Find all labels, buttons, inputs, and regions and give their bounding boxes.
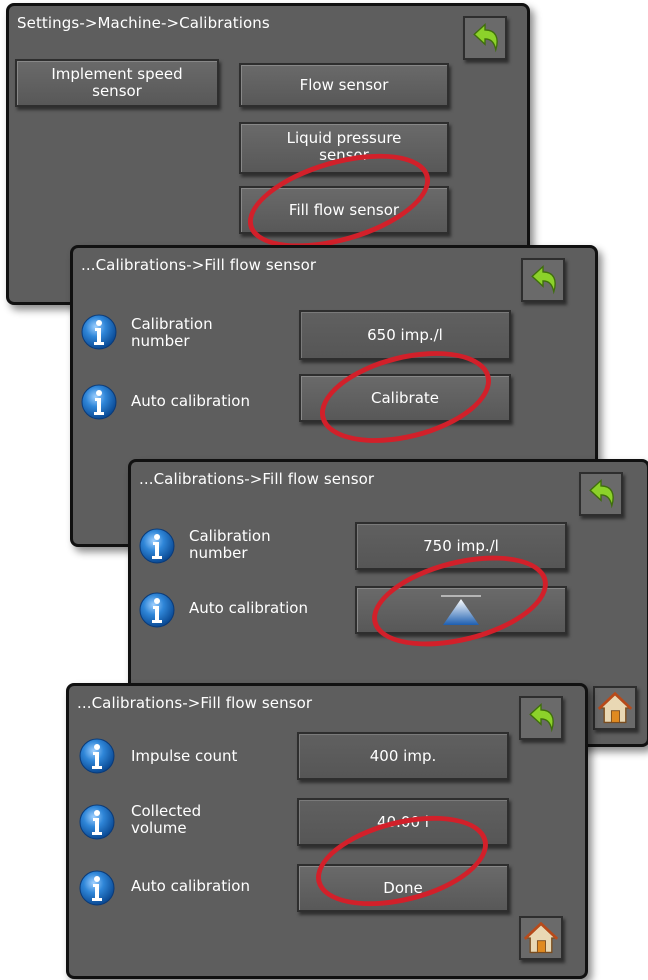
info-icon[interactable] — [139, 592, 175, 628]
home-icon — [523, 920, 559, 956]
breadcrumb-title: ...Calibrations->Fill flow sensor — [77, 694, 313, 712]
back-arrow-icon — [523, 700, 559, 736]
flow-sensor-button[interactable]: Flow sensor — [239, 63, 449, 107]
info-icon[interactable] — [81, 314, 117, 350]
back-arrow-icon — [583, 476, 619, 512]
back-button[interactable] — [463, 16, 507, 60]
home-button[interactable] — [519, 916, 563, 960]
auto-calibration-label: Auto calibration — [131, 877, 250, 895]
fill-flow-panel-done: ...Calibrations->Fill flow sensor Impuls… — [66, 683, 588, 979]
auto-calibration-label: Auto calibration — [131, 392, 250, 410]
calibration-number-field[interactable]: 650 imp./l — [299, 310, 511, 360]
info-icon[interactable] — [81, 384, 117, 420]
back-button[interactable] — [519, 696, 563, 740]
breadcrumb-title: ...Calibrations->Fill flow sensor — [81, 256, 317, 274]
back-button[interactable] — [579, 472, 623, 516]
breadcrumb-title: Settings->Machine->Calibrations — [17, 14, 270, 32]
home-button[interactable] — [593, 686, 637, 730]
auto-calibration-label: Auto calibration — [189, 599, 308, 617]
impulse-count-field[interactable]: 400 imp. — [297, 732, 509, 780]
info-icon[interactable] — [139, 528, 175, 564]
impulse-count-label: Impulse count — [131, 747, 238, 765]
calibration-number-label: Calibration number — [131, 315, 213, 350]
home-icon — [597, 690, 633, 726]
back-arrow-icon — [525, 262, 561, 298]
info-icon[interactable] — [79, 870, 115, 906]
back-arrow-icon — [467, 20, 503, 56]
info-icon[interactable] — [79, 738, 115, 774]
collected-volume-label: Collected volume — [131, 802, 202, 837]
breadcrumb-title: ...Calibrations->Fill flow sensor — [139, 470, 375, 488]
back-button[interactable] — [521, 258, 565, 302]
implement-speed-sensor-button[interactable]: Implement speed sensor — [15, 59, 219, 107]
calibration-number-label: Calibration number — [189, 527, 271, 562]
info-icon[interactable] — [79, 804, 115, 840]
